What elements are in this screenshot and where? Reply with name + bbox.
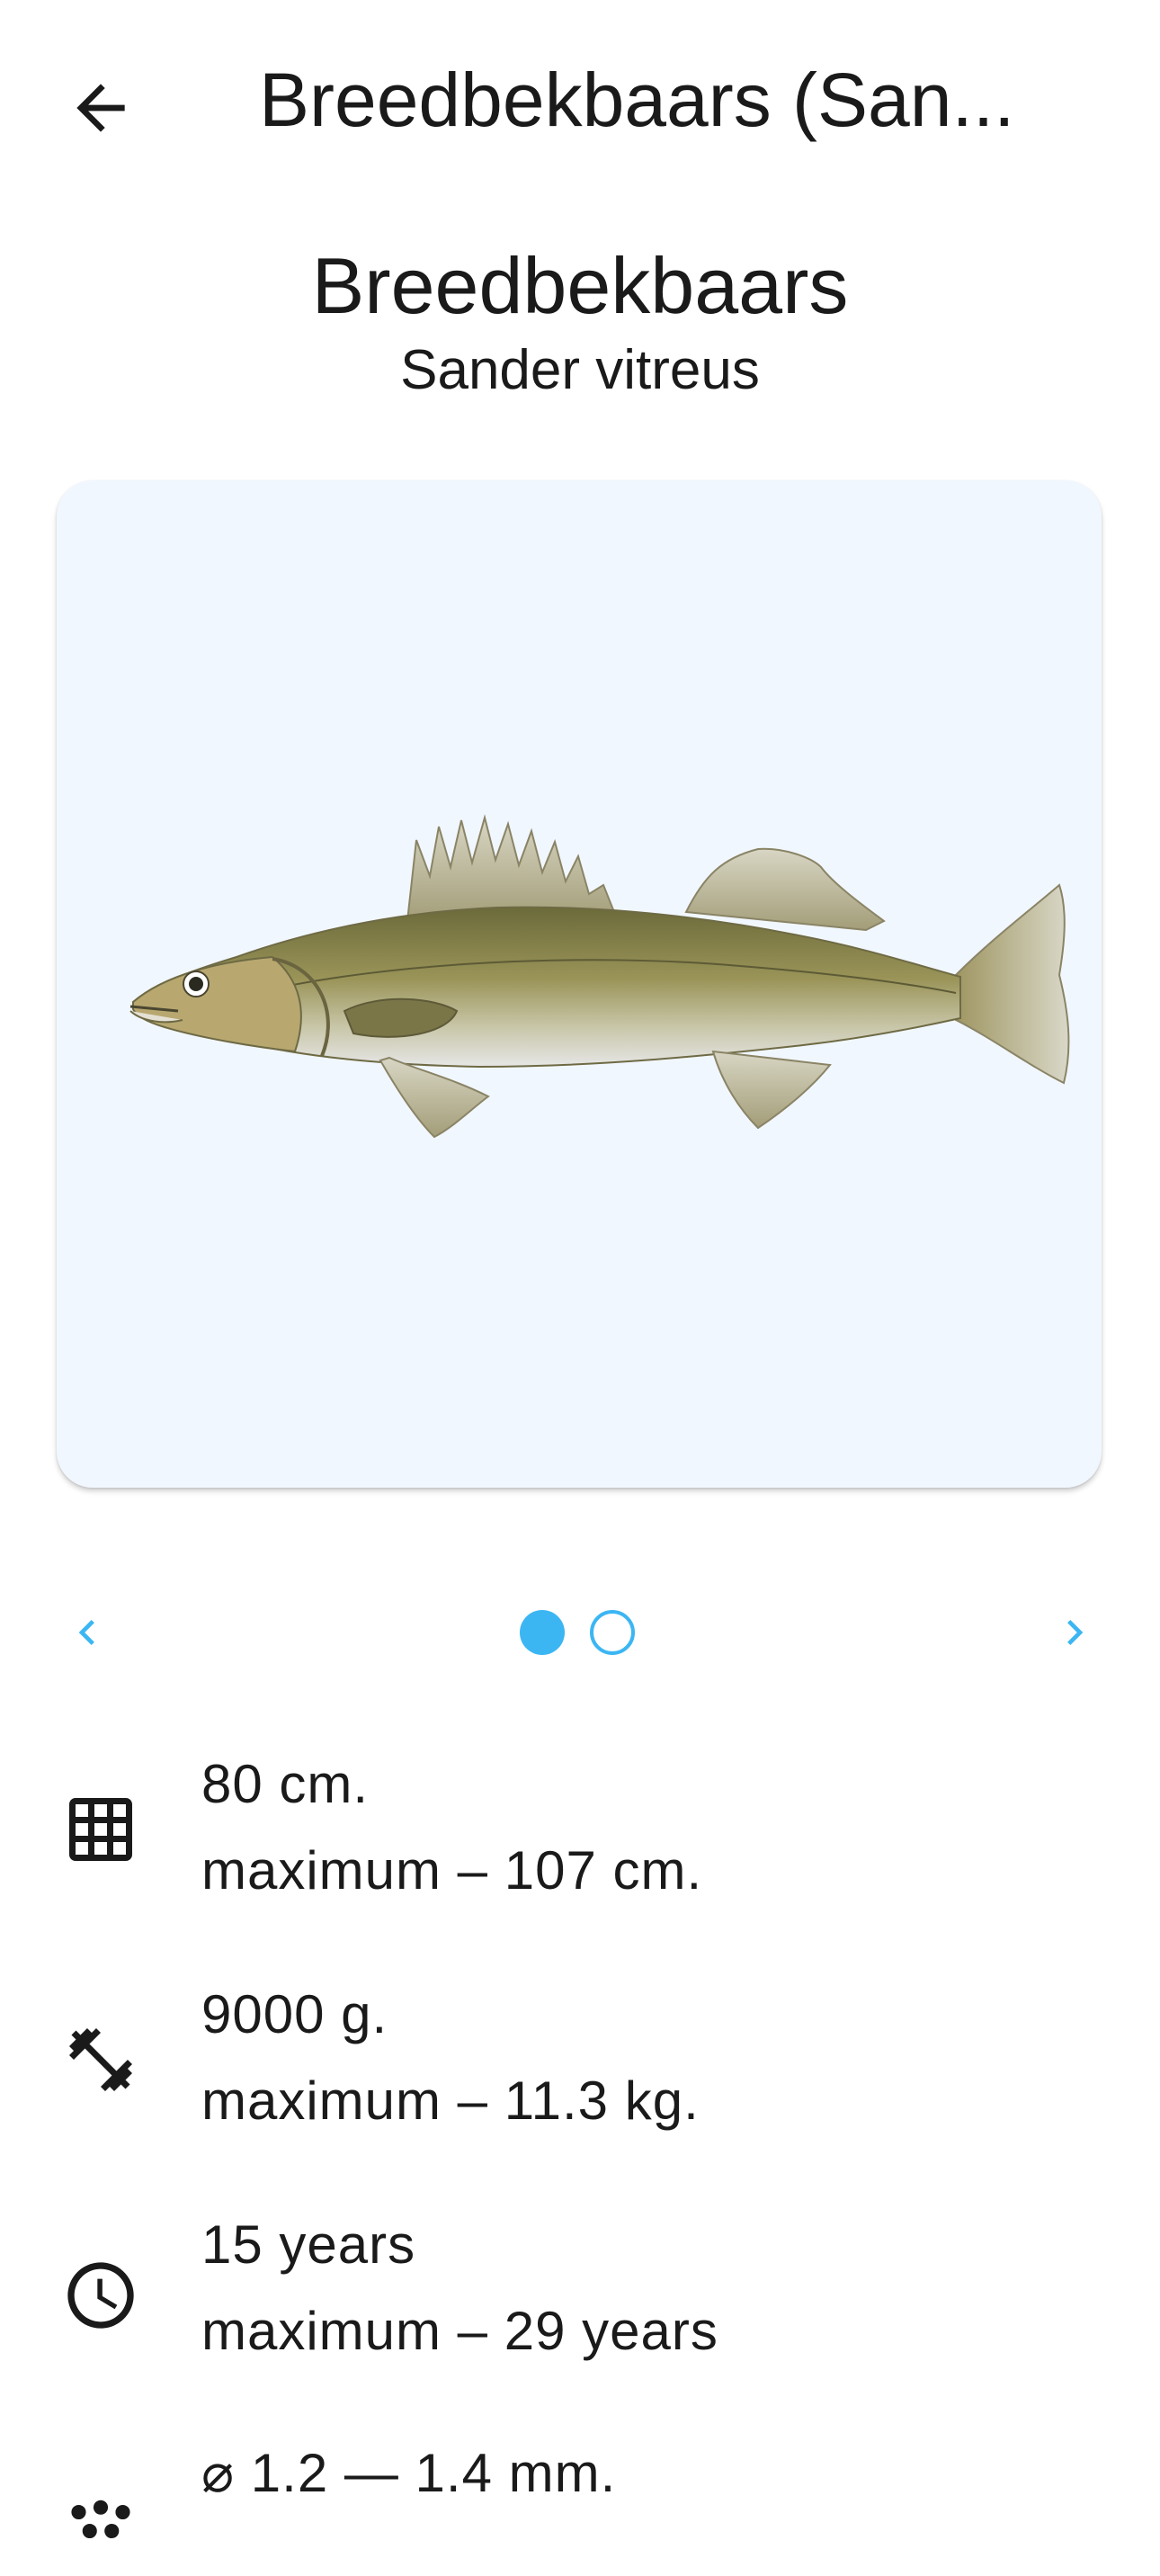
species-image-card[interactable] bbox=[57, 480, 1102, 1488]
age-stat: 15 years maximum – 29 years bbox=[0, 2200, 1160, 2389]
previous-image-button[interactable] bbox=[38, 1583, 137, 1682]
chevron-left-icon bbox=[78, 1620, 94, 1645]
chevron-right-icon bbox=[1067, 1620, 1084, 1645]
next-image-button[interactable] bbox=[1025, 1583, 1124, 1682]
egg-size-value: ⌀ 1.2 — 1.4 mm. bbox=[201, 2443, 617, 2503]
image-pager bbox=[0, 1583, 1160, 1682]
arrow-left-icon bbox=[76, 84, 125, 132]
eggs-icon bbox=[56, 2486, 146, 2576]
grid-icon bbox=[56, 1784, 146, 1874]
length-stat: 80 cm. maximum – 107 cm. bbox=[0, 1740, 1160, 1928]
egg-size-stat: ⌀ 1.2 — 1.4 mm. bbox=[0, 2436, 1160, 2539]
weight-maximum: maximum – 11.3 kg. bbox=[201, 2071, 700, 2131]
app-bar: Breedbekbaars (San... bbox=[0, 0, 1160, 201]
length-value: 80 cm. bbox=[201, 1754, 370, 1814]
weight-stat: 9000 g. maximum – 11.3 kg. bbox=[0, 1970, 1160, 2159]
app-bar-title: Breedbekbaars (San... bbox=[259, 58, 1015, 142]
page-dot[interactable] bbox=[590, 1610, 635, 1655]
clock-icon bbox=[56, 2250, 146, 2340]
weight-value: 9000 g. bbox=[201, 1984, 388, 2044]
back-button[interactable] bbox=[56, 63, 146, 153]
age-maximum: maximum – 29 years bbox=[201, 2301, 718, 2361]
species-common-name: Breedbekbaars bbox=[311, 241, 849, 330]
fish-illustration bbox=[129, 814, 1070, 1139]
length-maximum: maximum – 107 cm. bbox=[201, 1840, 703, 1901]
species-latin-name: Sander vitreus bbox=[400, 339, 760, 401]
species-heading: Breedbekbaars Sander vitreus bbox=[0, 236, 1160, 407]
dumbbell-icon bbox=[56, 2015, 146, 2105]
age-value: 15 years bbox=[201, 2214, 416, 2275]
page-dot-active[interactable] bbox=[520, 1610, 565, 1655]
page-indicator bbox=[520, 1610, 635, 1655]
